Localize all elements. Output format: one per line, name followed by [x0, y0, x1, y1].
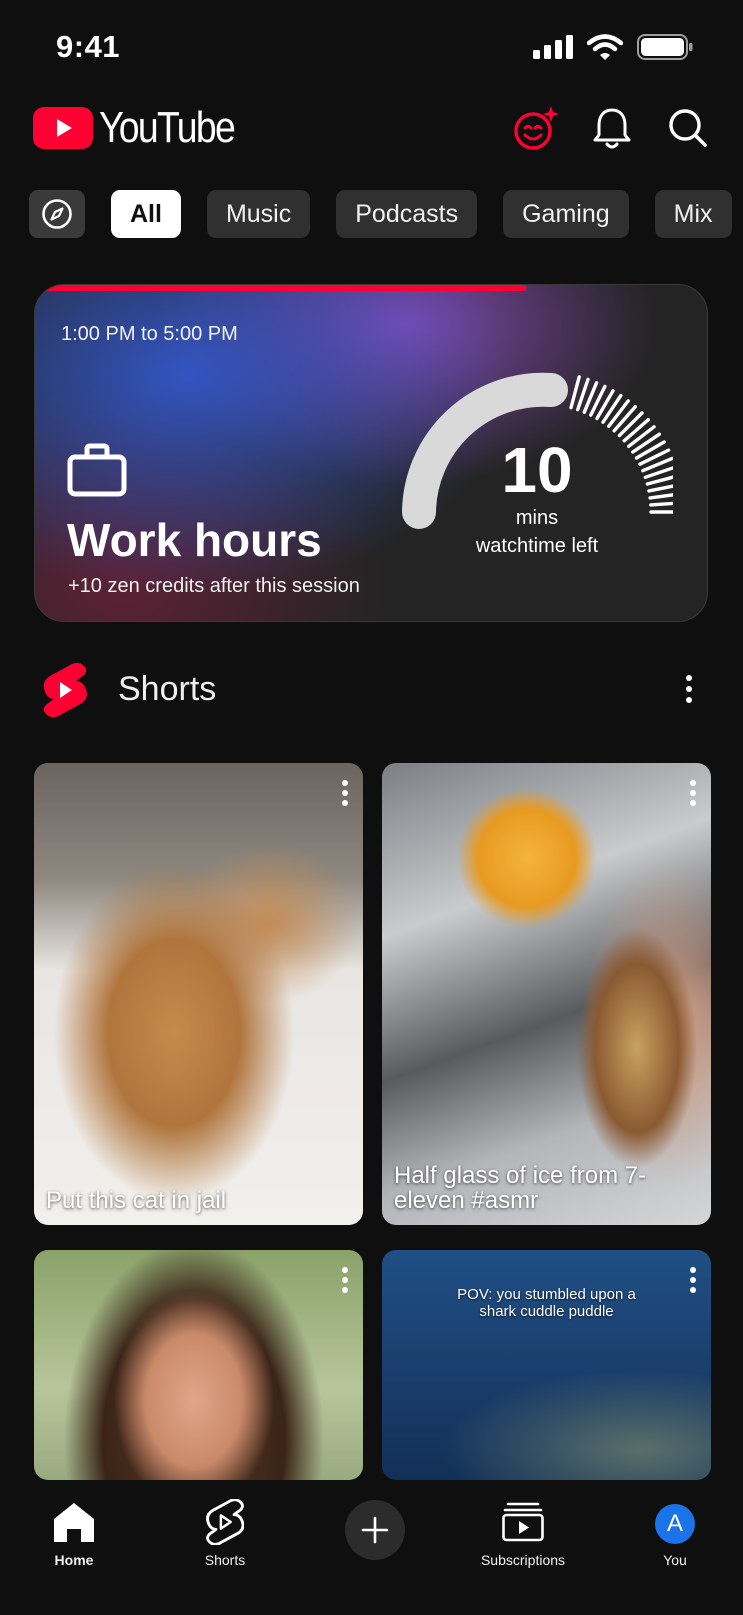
- shorts-tile[interactable]: Put this cat in jail: [34, 763, 363, 1225]
- nav-home[interactable]: Home: [24, 1498, 124, 1568]
- chip-mix[interactable]: Mix: [654, 190, 732, 238]
- watchtime-label: watchtime left: [475, 535, 599, 557]
- chip-music[interactable]: Music: [206, 190, 311, 238]
- briefcase-icon: [67, 443, 127, 497]
- explore-chip[interactable]: [29, 190, 85, 238]
- status-bar: 9:41: [0, 0, 743, 90]
- nav-subscriptions-label: Subscriptions: [480, 1552, 566, 1568]
- header-actions: [511, 103, 713, 153]
- nav-you[interactable]: A You: [625, 1498, 725, 1568]
- shorts-tile[interactable]: Half glass of ice from 7-eleven #asmr: [382, 763, 711, 1225]
- work-title: Work hours: [67, 514, 322, 566]
- gauge-tick: [648, 493, 673, 500]
- notifications-button[interactable]: [587, 103, 637, 153]
- work-hours-card[interactable]: 1:00 PM to 5:00 PM Work hours +10 zen cr…: [34, 284, 708, 622]
- more-vert-icon[interactable]: [341, 1266, 349, 1294]
- nav-shorts-label: Shorts: [204, 1552, 246, 1568]
- work-time-range: 1:00 PM to 5:00 PM: [61, 323, 238, 345]
- search-button[interactable]: [663, 103, 713, 153]
- avatar: A: [655, 1504, 695, 1544]
- status-icons: [533, 34, 693, 60]
- more-vert-icon[interactable]: [685, 674, 693, 704]
- nav-shorts[interactable]: Shorts: [175, 1498, 275, 1568]
- create-button[interactable]: [345, 1500, 405, 1560]
- shorts-tile-overlay-text: POV: you stumbled upon a shark cuddle pu…: [457, 1286, 636, 1320]
- session-progress-bar: [35, 285, 707, 291]
- gauge-tick: [569, 375, 581, 410]
- chip-podcasts[interactable]: Podcasts: [336, 190, 478, 238]
- more-vert-icon[interactable]: [341, 779, 349, 807]
- chip-gaming[interactable]: Gaming: [503, 190, 629, 238]
- youtube-logo[interactable]: YouTube: [33, 103, 258, 153]
- shorts-title: Shorts: [118, 670, 217, 708]
- shorts-shelf-header: Shorts: [0, 658, 743, 724]
- home-icon: [54, 1503, 94, 1542]
- youtube-play-logo-icon: [33, 107, 93, 149]
- nav-home-label: Home: [54, 1552, 94, 1568]
- more-vert-icon[interactable]: [689, 779, 697, 807]
- watchtime-remaining-value: 10: [501, 434, 573, 506]
- plus-icon: [361, 1516, 389, 1544]
- gauge-tick: [647, 484, 673, 493]
- subscriptions-icon: [502, 1502, 544, 1542]
- chip-all[interactable]: All: [111, 190, 181, 238]
- gauge-tick: [612, 405, 638, 433]
- compass-icon: [42, 199, 72, 229]
- shorts-logo-icon: [43, 662, 87, 718]
- category-chips: All Music Podcasts Gaming Mix: [29, 190, 732, 238]
- bottom-navigation: Home Shorts Subscriptions A You: [0, 1480, 743, 1615]
- nav-subscriptions[interactable]: Subscriptions: [473, 1498, 573, 1568]
- search-icon: [669, 109, 707, 147]
- status-time: 9:41: [56, 29, 121, 64]
- shorts-tile[interactable]: POV: you stumbled upon a shark cuddle pu…: [382, 1250, 711, 1480]
- gauge-tick: [601, 393, 623, 424]
- zen-mode-button[interactable]: [511, 103, 561, 153]
- more-vert-icon[interactable]: [689, 1266, 697, 1294]
- zen-face-sparkle-icon: [514, 106, 559, 150]
- gauge-tick: [649, 501, 673, 507]
- nav-you-label: You: [663, 1552, 687, 1568]
- shorts-tile[interactable]: [34, 1250, 363, 1480]
- shorts-outline-icon: [206, 1499, 244, 1545]
- session-progress-fill: [35, 285, 526, 291]
- shorts-tile-title: Put this cat in jail: [46, 1187, 227, 1214]
- cellular-signal-icon: [533, 35, 573, 59]
- top-app-bar: YouTube: [0, 95, 743, 163]
- shorts-tile-title: Half glass of ice from 7-eleven #asmr: [394, 1162, 647, 1214]
- wifi-icon: [587, 34, 623, 60]
- battery-icon: [637, 34, 693, 60]
- gauge-tick: [606, 399, 630, 428]
- watchtime-unit: mins: [515, 507, 559, 529]
- work-subtitle: +10 zen credits after this session: [68, 575, 360, 597]
- logo-wordmark: YouTube: [99, 103, 236, 152]
- bell-icon: [593, 108, 631, 149]
